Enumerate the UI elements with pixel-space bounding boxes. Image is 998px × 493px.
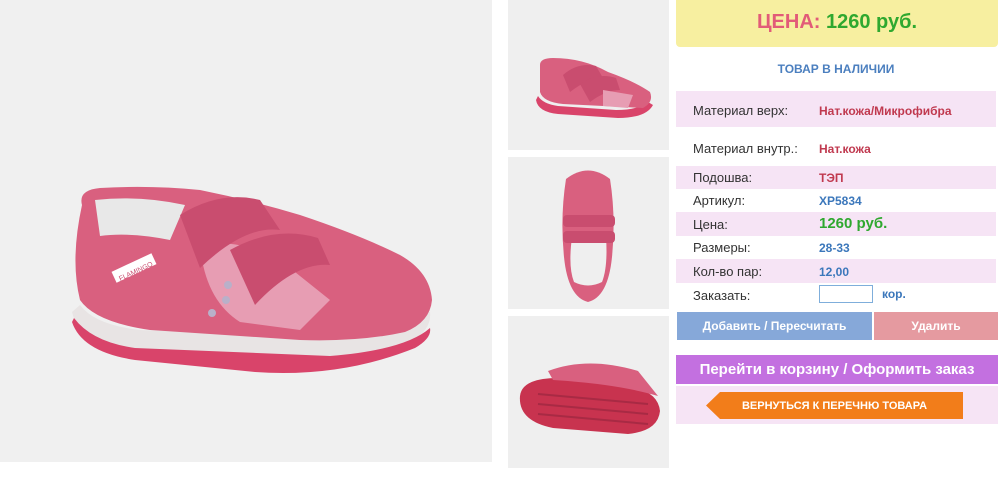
spec-value: Нат.кожа/Микрофибра (819, 104, 952, 118)
main-product-image[interactable]: FLAMINGO (0, 0, 492, 462)
spec-row-order: Заказать: кор. (676, 285, 996, 307)
spec-value: 12,00 (819, 265, 850, 279)
spec-label: Материал внутр.: (693, 141, 798, 156)
spec-row-article: Артикул: XP5834 (676, 189, 996, 212)
spec-value: XP5834 (819, 194, 862, 208)
spec-row-material-inner: Материал внутр.: Нат.кожа (676, 127, 996, 165)
stock-status: ТОВАР В НАЛИЧИИ (777, 62, 895, 76)
back-to-list-button[interactable]: ВЕРНУТЬСЯ К ПЕРЕЧНЮ ТОВАРА (706, 392, 963, 419)
order-unit: кор. (882, 287, 906, 301)
spec-value: 28-33 (819, 241, 850, 255)
spec-label: Артикул: (693, 193, 746, 208)
spec-label: Подошва: (693, 170, 753, 185)
spec-row-material-top: Материал верх: Нат.кожа/Микрофибра (676, 91, 996, 127)
thumbnail-top-view[interactable] (508, 157, 669, 309)
spec-value: ТЭП (819, 171, 844, 185)
spec-label: Кол-во пар: (693, 264, 763, 279)
order-quantity-input[interactable] (819, 285, 873, 303)
spec-row-pairs: Кол-во пар: 12,00 (676, 259, 996, 283)
spec-row-price: Цена: 1260 руб. (676, 212, 996, 236)
go-to-cart-button[interactable]: Перейти в корзину / Оформить заказ (676, 355, 998, 384)
delete-button[interactable]: Удалить (874, 312, 998, 340)
spec-row-sole: Подошва: ТЭП (676, 166, 996, 189)
price-banner: ЦЕНА: 1260 руб. (676, 0, 998, 47)
spec-value: Нат.кожа (819, 142, 871, 156)
spec-label: Размеры: (693, 240, 751, 255)
add-recalculate-button[interactable]: Добавить / Пересчитать (677, 312, 872, 340)
spec-label: Заказать: (693, 288, 751, 303)
spec-label: Материал верх: (693, 103, 789, 118)
thumbnail-side-view[interactable] (508, 0, 669, 150)
spec-row-sizes: Размеры: 28-33 (676, 236, 996, 259)
price-banner-value: 1260 руб. (826, 11, 918, 33)
spec-value: 1260 руб. (819, 215, 888, 232)
spec-label: Цена: (693, 217, 728, 232)
price-banner-label: ЦЕНА: (756, 11, 821, 33)
thumbnail-sole-view[interactable] (508, 316, 669, 468)
